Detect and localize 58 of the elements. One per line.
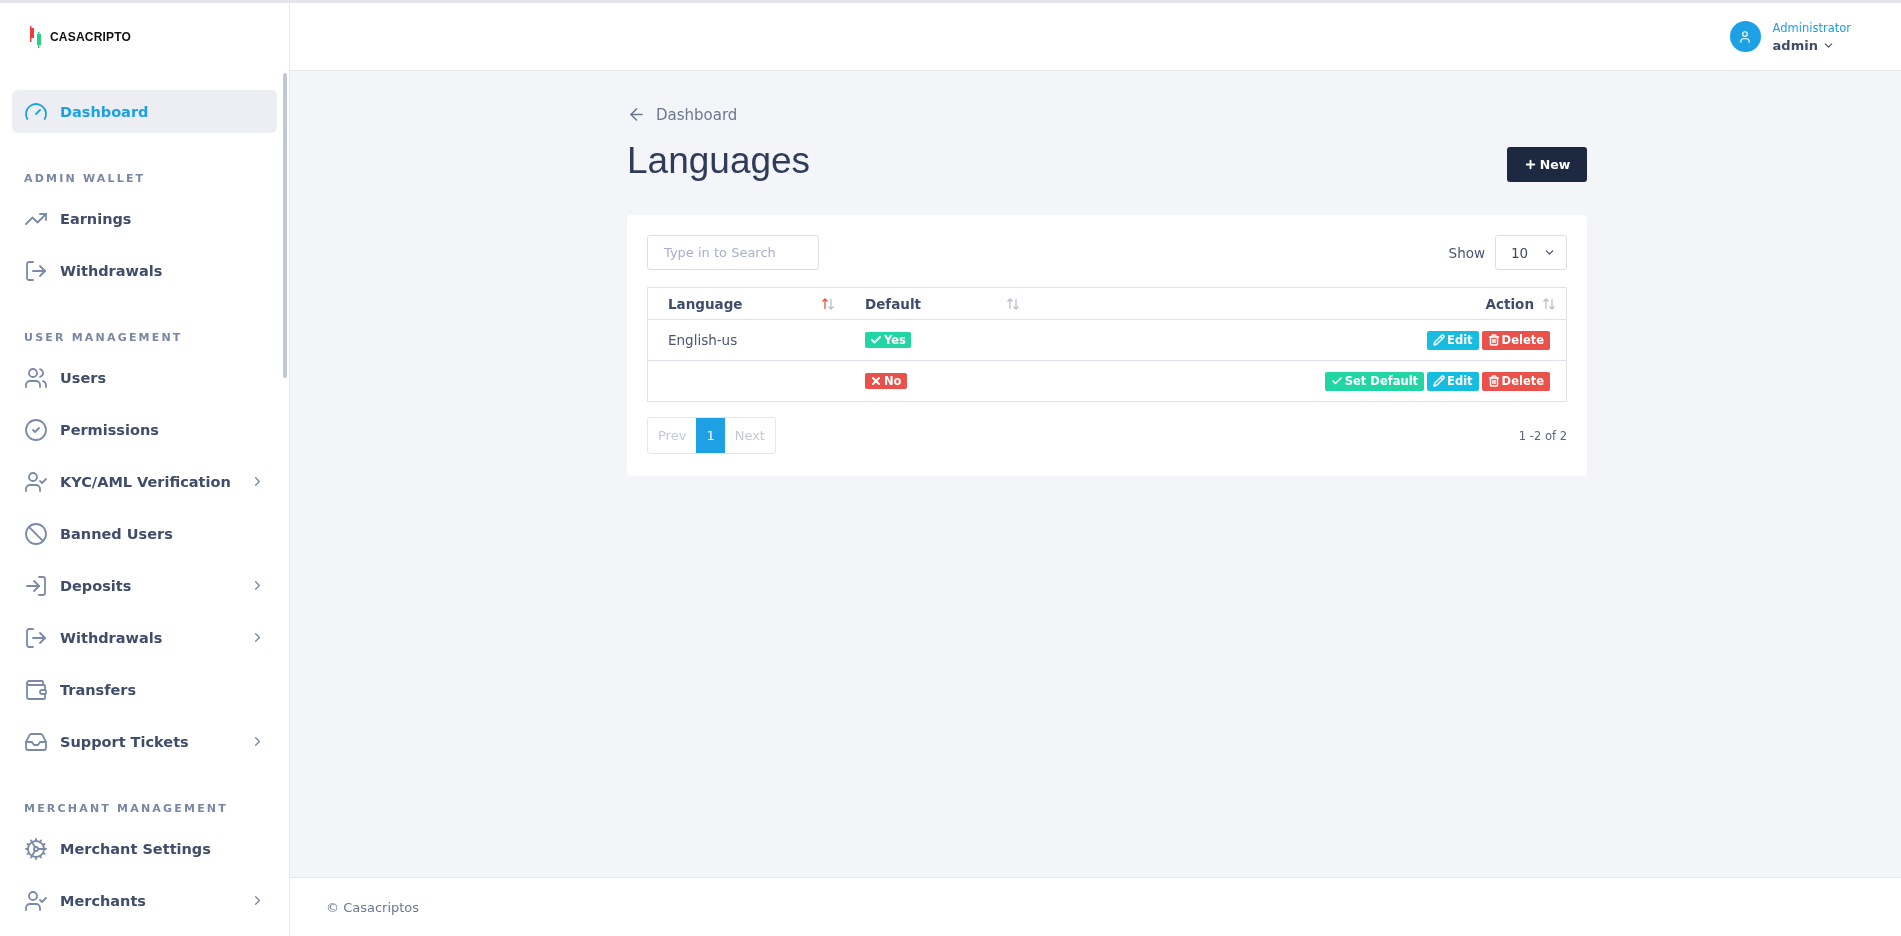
trash-icon	[1487, 375, 1500, 387]
page-summary: 1 -2 of 2	[1518, 428, 1567, 443]
gears-icon	[24, 836, 48, 861]
trash-icon	[1487, 334, 1500, 346]
sidebar-item[interactable]: Withdrawals	[12, 249, 277, 292]
status-badge: No	[865, 372, 907, 389]
sidebar-item[interactable]: Withdrawals	[12, 616, 277, 659]
page-size-select[interactable]: 10	[1495, 235, 1567, 270]
sidebar-item[interactable]: Users	[12, 356, 277, 399]
section-heading: ADMIN WALLET	[23, 171, 147, 187]
sidebar-item[interactable]: Banned Users	[12, 512, 277, 555]
sidebar-item[interactable]: Earnings	[12, 197, 277, 240]
ban-icon	[24, 521, 48, 546]
user-check-icon	[24, 469, 48, 494]
column-header[interactable]: Language	[647, 287, 845, 320]
user-check-icon	[24, 888, 48, 913]
pencil-icon	[1433, 375, 1446, 387]
check-icon	[1330, 375, 1343, 387]
sidebar-item[interactable]: Merchants	[12, 879, 277, 922]
sidebar-item[interactable]: Support Tickets	[12, 720, 277, 763]
check-circle-icon	[24, 417, 48, 442]
user-icon	[1738, 29, 1753, 44]
section-heading: MERCHANT MANAGEMENT	[23, 801, 229, 817]
sort-icon	[821, 296, 835, 311]
x-icon	[870, 374, 882, 387]
table-cell: English-us	[647, 319, 845, 361]
search-field[interactable]: Type in to Search	[647, 235, 819, 270]
pencil-icon	[1433, 334, 1446, 346]
sidebar-item[interactable]: Merchant Settings	[12, 827, 277, 870]
page-title: Languages	[627, 140, 811, 182]
user-role: Administrator	[1772, 20, 1851, 35]
plus-icon	[1523, 158, 1537, 171]
show-label: Show	[1448, 244, 1485, 261]
copyright: © Casacriptos	[326, 899, 420, 915]
back-link[interactable]: Dashboard	[627, 105, 738, 124]
delete-button[interactable]: Delete	[1481, 371, 1550, 391]
logo-icon	[30, 25, 44, 48]
brand-name: CASACRIPTO	[50, 29, 132, 44]
check-icon	[870, 333, 882, 346]
avatar[interactable]	[1729, 21, 1761, 52]
sort-icon	[1542, 296, 1556, 311]
new-button[interactable]: New	[1507, 147, 1587, 182]
sidebar-item[interactable]: Deposits	[12, 564, 277, 607]
exit-icon	[24, 258, 48, 283]
exit-icon	[24, 625, 48, 650]
column-header[interactable]: Default	[845, 287, 1030, 320]
enter-icon	[24, 573, 48, 598]
user-menu[interactable]: admin	[1772, 37, 1851, 53]
sidebar-item[interactable]: KYC/AML Verification	[12, 460, 277, 503]
delete-button[interactable]: Delete	[1481, 330, 1550, 350]
users-icon	[24, 365, 48, 390]
sidebar-item[interactable]: Transfers	[12, 668, 277, 711]
sidebar-item[interactable]: Permissions	[12, 408, 277, 451]
section-heading: USER MANAGEMENT	[23, 330, 184, 346]
wallet-icon	[24, 677, 48, 702]
sort-icon	[1006, 296, 1020, 311]
column-header[interactable]: Action	[1030, 287, 1567, 320]
status-badge: Yes	[865, 331, 911, 348]
